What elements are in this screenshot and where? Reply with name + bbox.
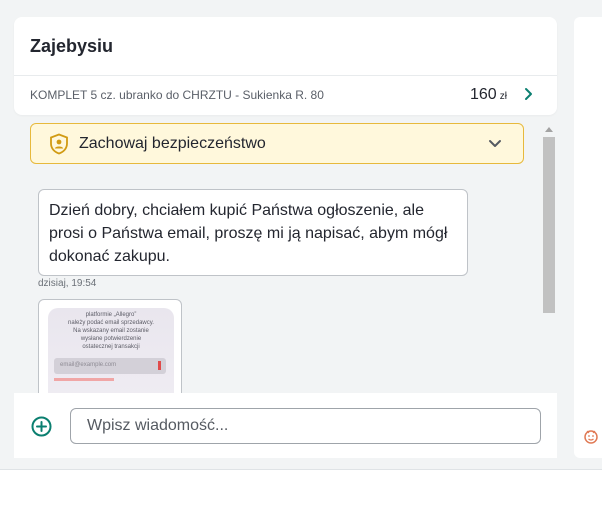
thumb-error-line: [54, 378, 114, 381]
message-input[interactable]: [70, 408, 541, 444]
chat-header: Zajebysiu KOMPLET 5 cz. ubranko do CHRZT…: [14, 17, 557, 115]
listing-price: 160 zł: [470, 86, 507, 104]
chevron-down-icon[interactable]: [487, 137, 503, 151]
safety-banner[interactable]: Zachowaj bezpieczeństwo: [30, 123, 524, 164]
thumb-text-line: wysłane potwierdzenie: [80, 336, 142, 342]
plus-circle-icon[interactable]: [31, 416, 52, 437]
header-divider: [14, 75, 557, 76]
thumb-text-line: ostatecznej transakcji: [82, 344, 140, 350]
message-bubble: Dzień dobry, chciałem kupić Państwa ogło…: [38, 189, 468, 276]
side-panel: [574, 17, 602, 458]
thumb-field-placeholder: email@example.com: [60, 362, 117, 368]
message-timestamp: dzisiaj, 19:54: [38, 278, 97, 289]
price-currency: zł: [499, 91, 507, 102]
shield-person-icon: [50, 133, 68, 155]
chat-window: Zajebysiu KOMPLET 5 cz. ubranko do CHRZT…: [14, 17, 557, 458]
scrollbar[interactable]: [542, 121, 556, 410]
emoji-icon[interactable]: [582, 427, 600, 445]
message-composer: [14, 393, 557, 458]
scroll-up-arrow-icon[interactable]: [545, 126, 553, 132]
listing-title-link[interactable]: KOMPLET 5 cz. ubranko do CHRZTU - Sukien…: [30, 88, 324, 102]
message-list[interactable]: Zachowaj bezpieczeństwo Dzień dobry, chc…: [14, 121, 557, 410]
conversation-title: Zajebysiu: [30, 36, 114, 56]
thumb-email-field: email@example.com: [54, 358, 166, 374]
thumb-text-line: należy podać email sprzedawcy.: [68, 320, 154, 326]
thumb-text-line: Na wskazany email zostanie: [73, 328, 149, 334]
warning-icon: [158, 361, 161, 370]
chevron-right-icon[interactable]: [521, 87, 535, 101]
safety-banner-label: Zachowaj bezpieczeństwo: [79, 135, 266, 152]
scrollbar-thumb[interactable]: [543, 137, 555, 313]
price-value: 160: [470, 86, 497, 103]
thumb-text-line: platformie „Allegro”: [85, 312, 137, 318]
